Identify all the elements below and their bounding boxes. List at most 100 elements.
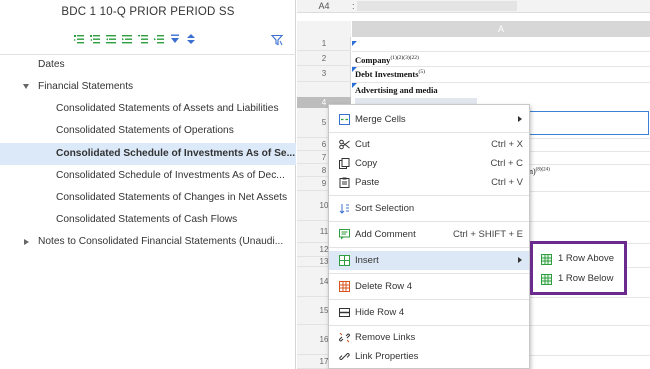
unlink-icon [339, 332, 350, 343]
footnote-ref: (1)(2)(3)(22) [390, 55, 419, 62]
link-icon [339, 351, 350, 362]
expand-icon[interactable] [170, 33, 180, 45]
select-all-corner[interactable] [297, 21, 351, 37]
menu-item-label: Link Properties [355, 351, 419, 362]
menu-shortcut: Ctrl + X [491, 139, 523, 150]
menu-divider [329, 273, 529, 274]
menu-item-sort-selection[interactable]: Sort Selection [329, 199, 529, 218]
formula-bar: A4 : [297, 0, 650, 13]
merge-cells-icon [339, 114, 350, 125]
menu-item-insert[interactable]: Insert [329, 251, 529, 270]
tree-item-dates[interactable]: Dates [0, 54, 296, 76]
menu-divider [329, 195, 529, 196]
tree-item-operations[interactable]: Consolidated Statements of Operations [0, 120, 296, 142]
chevron-right-icon [518, 257, 522, 263]
formula-input[interactable] [357, 1, 517, 11]
menu-item-delete-row[interactable]: Delete Row 4 [329, 277, 529, 296]
tree-item-notes[interactable]: Notes to Consolidated Financial Statemen… [0, 231, 296, 253]
tree-item-label: Notes to Consolidated Financial Statemen… [38, 236, 284, 247]
menu-item-merge-cells[interactable]: Merge Cells [329, 110, 529, 129]
menu-item-hide-row[interactable]: Hide Row 4 [329, 303, 529, 322]
move-down-icon[interactable] [154, 33, 164, 45]
menu-item-paste[interactable]: Paste Ctrl + V [329, 173, 529, 192]
tree-item-label: Consolidated Statements of Operations [56, 125, 234, 136]
tree-item-schedule-investments-dec[interactable]: Consolidated Schedule of Investments As … [0, 165, 296, 187]
sort-icon [339, 203, 350, 214]
cell-a1[interactable]: Company(1)(2)(3)(22) [355, 55, 419, 65]
context-menu: Merge Cells Cut Ctrl + X Copy Ctrl + C P… [328, 104, 530, 369]
tree-item-label: Consolidated Schedule of Investments As … [56, 170, 285, 181]
grid-line [352, 82, 650, 83]
cell-a3[interactable]: Advertising and media [355, 85, 438, 95]
copy-icon [339, 158, 350, 169]
row-header[interactable]: 3 [297, 66, 351, 82]
cell-a8[interactable]: n)(8)(24) [529, 167, 550, 176]
menu-item-link-properties[interactable]: Link Properties [329, 347, 529, 366]
menu-item-label: Sort Selection [355, 203, 415, 214]
tree-item-assets-liabilities[interactable]: Consolidated Statements of Assets and Li… [0, 98, 296, 120]
tree-item-label: Dates [38, 59, 65, 70]
row-header[interactable]: 2 [297, 51, 351, 66]
menu-shortcut: Ctrl + SHIFT + E [452, 229, 523, 240]
menu-divider [329, 299, 529, 300]
menu-item-insert-row-below[interactable]: 1 Row Below [533, 269, 624, 288]
menu-item-insert-row-above[interactable]: 1 Row Above [533, 249, 624, 268]
filter-icon[interactable] [270, 33, 284, 46]
tree-toolbar [74, 32, 196, 46]
grid-line [352, 66, 650, 67]
tree-item-financial-statements[interactable]: Financial Statements [0, 76, 296, 98]
menu-divider [329, 247, 529, 248]
tree-item-schedule-investments-sep[interactable]: Consolidated Schedule of Investments As … [0, 143, 296, 165]
tree-item-cash-flows[interactable]: Consolidated Statements of Cash Flows [0, 209, 296, 231]
tree-item-label: Consolidated Schedule of Investments As … [56, 148, 296, 159]
tree-item-changes-net-assets[interactable]: Consolidated Statements of Changes in Ne… [0, 187, 296, 209]
expand-all-icon[interactable] [74, 33, 84, 45]
chevron-down-icon[interactable] [23, 84, 29, 89]
menu-item-label: Add Comment [355, 229, 416, 240]
menu-item-label: 1 Row Above [558, 253, 614, 264]
chevron-right-icon[interactable] [24, 239, 29, 245]
menu-item-label: Paste [355, 177, 380, 188]
comment-icon [339, 229, 350, 240]
active-cell[interactable] [529, 111, 649, 135]
menu-shortcut: Ctrl + C [490, 158, 523, 169]
move-up-icon[interactable] [138, 33, 148, 45]
menu-item-remove-links[interactable]: Remove Links [329, 328, 529, 347]
insert-row-above-icon [541, 253, 552, 265]
collapse-all-icon[interactable] [90, 33, 100, 45]
tree-item-label: Consolidated Statements of Assets and Li… [56, 103, 279, 114]
menu-divider [329, 325, 529, 326]
menu-item-label: 1 Row Below [558, 273, 614, 284]
menu-item-label: Remove Links [355, 332, 416, 343]
hide-row-icon [339, 307, 350, 318]
tree-item-label: Financial Statements [38, 81, 134, 92]
paste-icon [339, 177, 350, 188]
scissors-icon [339, 139, 350, 150]
cell-a2[interactable]: Debt Investments(5) [355, 69, 425, 79]
insert-row-below-icon [541, 273, 552, 285]
insert-submenu: 1 Row Above 1 Row Below [530, 241, 627, 295]
document-title: BDC 1 10-Q PRIOR PERIOD SS [61, 6, 235, 18]
menu-item-label: Cut [355, 139, 370, 150]
navigation-panel: BDC 1 10-Q PRIOR PERIOD SS Dates Financi… [0, 0, 296, 369]
chevron-right-icon [518, 116, 522, 122]
delete-row-icon [339, 281, 350, 292]
tree-item-label: Consolidated Statements of Cash Flows [56, 214, 238, 225]
cell-reference[interactable]: A4 [304, 0, 344, 12]
menu-item-copy[interactable]: Copy Ctrl + C [329, 154, 529, 173]
footnote-ref: (5) [418, 69, 425, 76]
footnote-ref: (8)(24) [535, 167, 550, 173]
outdent-icon[interactable] [106, 33, 116, 45]
indent-icon[interactable] [122, 33, 132, 45]
menu-item-cut[interactable]: Cut Ctrl + X [329, 135, 529, 154]
column-header-a[interactable]: A [352, 21, 650, 37]
menu-item-label: Merge Cells [355, 114, 406, 125]
menu-item-label: Copy [355, 158, 378, 169]
menu-item-add-comment[interactable]: Add Comment Ctrl + SHIFT + E [329, 225, 529, 244]
grid-line [352, 51, 650, 52]
menu-divider [329, 132, 529, 133]
menu-item-label: Hide Row 4 [355, 307, 405, 318]
comment-marker[interactable] [352, 41, 357, 46]
row-header[interactable]: 1 [297, 37, 351, 51]
collapse-icon[interactable] [186, 33, 196, 45]
